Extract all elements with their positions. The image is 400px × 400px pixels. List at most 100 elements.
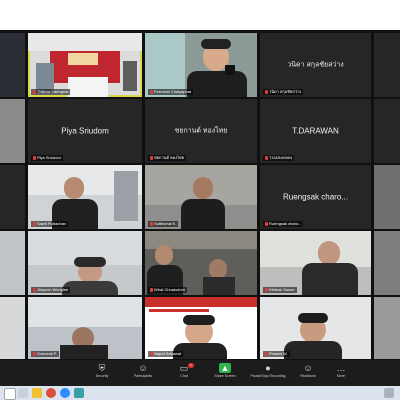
task-view-icon[interactable] [18, 388, 28, 398]
tile-partial-left[interactable] [0, 165, 25, 229]
participant-video [145, 231, 257, 295]
muted-mic-icon [265, 155, 268, 160]
participant-name-tag: Ruengsak charo... [263, 221, 304, 227]
record-icon: ● [265, 363, 271, 373]
reactions-icon: ☺ [303, 363, 313, 373]
participant-name-tag: วนิดา สกุลชัยสว่าง [263, 89, 304, 95]
participant-video [260, 297, 371, 359]
participant-name-tag: ชยกานต์ ทองไทย [148, 155, 187, 161]
muted-mic-icon [265, 351, 268, 356]
participant-tile-name[interactable]: Ruengsak charo... Ruengsak charo... [260, 165, 371, 229]
participant-tile-video[interactable]: Wirat Chuaiudom [145, 231, 257, 295]
muted-mic-icon [265, 89, 268, 94]
participant-name-tag: Prasert W. [263, 351, 290, 357]
tile-partial-left[interactable] [0, 33, 25, 97]
tile-partial-left[interactable] [0, 99, 25, 163]
more-label: More [337, 374, 345, 378]
participant-display-name: Piya Sriudom [61, 126, 109, 136]
file-explorer-icon[interactable] [32, 388, 42, 398]
tile-partial-right[interactable] [374, 33, 400, 97]
participant-video [28, 165, 142, 229]
muted-mic-icon [33, 351, 36, 356]
participant-tile-name[interactable]: Piya Sriudom Piya Sriudom [28, 99, 142, 163]
muted-mic-icon [265, 221, 268, 226]
participant-name-tag: Wirat Chuaiudom [148, 287, 187, 293]
muted-mic-icon [265, 287, 268, 292]
participant-tile-name[interactable]: ชยกานต์ ทองไทย ชยกานต์ ทองไทย [145, 99, 257, 163]
participants-icon: ☺ [138, 363, 148, 373]
participant-name-tag: Jiraporn Wonglee [31, 287, 71, 293]
participant-video [28, 297, 142, 359]
chat-button[interactable]: ▭ 1 Chat [162, 362, 206, 386]
participant-video [28, 231, 142, 295]
participant-tile-name[interactable]: T.DARAWAN T.DARAWAN [260, 99, 371, 163]
tile-partial-right[interactable] [374, 231, 400, 295]
muted-mic-icon [150, 89, 153, 94]
participant-display-name: ชยกานต์ ทองไทย [174, 127, 228, 135]
participant-name-tag: Somchai P. [31, 351, 59, 357]
tile-partial-right[interactable] [374, 297, 400, 359]
participants-label: Participants [133, 374, 153, 378]
participant-tile-name[interactable]: วนิดา สกุลชัยสว่าง วนิดา สกุลชัยสว่าง [260, 33, 371, 97]
tile-partial-right[interactable] [374, 165, 400, 229]
participant-tile-video[interactable]: Sutthichai K. [145, 165, 257, 229]
zoom-app-icon[interactable] [60, 388, 70, 398]
participant-name-tag: Kittisak Sanoe [263, 287, 297, 293]
chat-unread-badge: 1 [188, 363, 194, 368]
participant-name-tag: Thitima Saengruk [31, 89, 71, 95]
participant-tile-video[interactable]: Thitima Saengruk [28, 33, 142, 97]
muted-mic-icon [33, 155, 36, 160]
shield-icon: ⛨ [98, 363, 106, 373]
participant-name-tag: Piya Sriudom [31, 155, 63, 161]
chrome-icon[interactable] [46, 388, 56, 398]
system-tray-icon[interactable] [384, 388, 394, 398]
participant-tile-video[interactable]: Napat Srisawat [145, 297, 257, 359]
record-button[interactable]: ● Pause/Stop Recording [244, 362, 292, 386]
participant-tile-video[interactable]: Pornchai Chaiyaphat [145, 33, 257, 97]
participant-tile-video[interactable]: Somchai P. [28, 297, 142, 359]
search-icon[interactable] [4, 388, 16, 400]
share-screen-button[interactable]: ▲ Share Screen [203, 362, 247, 386]
participant-tile-video[interactable]: Prasert W. [260, 297, 371, 359]
top-white-bar [0, 0, 400, 30]
presentation-video [145, 297, 257, 359]
participant-name-tag: Sawit Puttachan [31, 221, 68, 227]
muted-mic-icon [150, 221, 153, 226]
participant-display-name: วนิดา สกุลชัยสว่าง [287, 61, 344, 69]
app-icon[interactable] [74, 388, 84, 398]
muted-mic-icon [150, 287, 153, 292]
participant-display-name: Ruengsak charo... [283, 192, 348, 202]
room-video [28, 33, 142, 97]
participant-tile-video[interactable]: Kittisak Sanoe [260, 231, 371, 295]
participant-name-tag: Pornchai Chaiyaphat [148, 89, 194, 95]
participant-name-tag: Napat Srisawat [148, 351, 184, 357]
security-label: Security [95, 374, 109, 378]
gallery-grid: Thitima Saengruk Pornchai Chaiyaphat วนิ… [0, 30, 400, 360]
participant-name-tag: Sutthichai K. [148, 221, 179, 227]
participant-display-name: T.DARAWAN [292, 126, 339, 136]
participant-video [260, 231, 371, 295]
tile-partial-left[interactable] [0, 231, 25, 295]
participant-name-tag: T.DARAWAN [263, 155, 295, 161]
participant-tile-video[interactable]: Jiraporn Wonglee [28, 231, 142, 295]
more-icon: … [336, 363, 346, 373]
participant-video [145, 165, 257, 229]
tile-partial-right[interactable] [374, 99, 400, 163]
security-button[interactable]: ⛨ Security [80, 362, 124, 386]
share-screen-label: Share Screen [214, 374, 236, 378]
participants-button[interactable]: ☺ Participants [121, 362, 165, 386]
more-button[interactable]: … More [322, 362, 360, 386]
speaker-video [145, 33, 257, 97]
participant-tile-video[interactable]: Sawit Puttachan [28, 165, 142, 229]
muted-mic-icon [150, 155, 153, 160]
muted-mic-icon [33, 287, 36, 292]
tile-partial-left[interactable] [0, 297, 25, 359]
windows-taskbar [0, 386, 400, 400]
record-label: Pause/Stop Recording [250, 374, 286, 378]
share-screen-icon: ▲ [219, 363, 231, 373]
muted-mic-icon [33, 89, 36, 94]
chat-label: Chat [180, 374, 188, 378]
muted-mic-icon [33, 221, 36, 226]
muted-mic-icon [150, 351, 153, 356]
meeting-controls-bar: ⛨ Security ☺ Participants ▭ 1 Chat ▲ Sha… [0, 360, 400, 386]
